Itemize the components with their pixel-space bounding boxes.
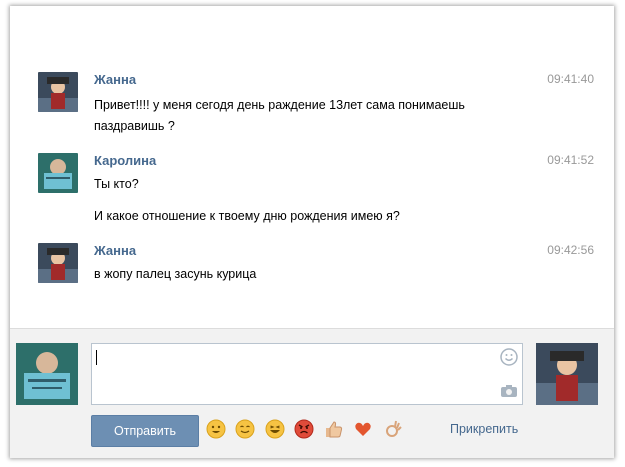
ok-hand-icon[interactable] bbox=[383, 419, 403, 439]
message-text: Привет!!!! у меня сегодя день раждение 1… bbox=[94, 98, 465, 112]
message-time: 09:41:40 bbox=[547, 72, 594, 86]
smiley-icon[interactable] bbox=[500, 348, 518, 366]
message-input[interactable] bbox=[91, 343, 523, 405]
avatar[interactable] bbox=[38, 72, 78, 112]
blush-emoji-icon[interactable] bbox=[235, 419, 255, 439]
message-text: И какое отношение к твоему дню рождения … bbox=[94, 209, 400, 223]
emoji-bar bbox=[206, 419, 408, 443]
message-text: Ты кто? bbox=[94, 177, 139, 191]
author-name[interactable]: Жанна bbox=[94, 72, 136, 87]
attach-link[interactable]: Прикрепить bbox=[450, 422, 518, 436]
author-name[interactable]: Жанна bbox=[94, 243, 136, 258]
message-time: 09:41:52 bbox=[547, 153, 594, 167]
chat-window: Жанна 09:41:40 Привет!!!! у меня сегодя … bbox=[10, 6, 614, 458]
composer: Отправить Прикрепить bbox=[10, 328, 614, 458]
laugh-emoji-icon[interactable] bbox=[265, 419, 285, 439]
peer-avatar[interactable] bbox=[536, 343, 598, 405]
camera-icon[interactable] bbox=[500, 384, 518, 398]
own-avatar[interactable] bbox=[16, 343, 78, 405]
message-text: в жопу палец засунь курица bbox=[94, 267, 257, 281]
avatar[interactable] bbox=[38, 243, 78, 283]
heart-icon[interactable] bbox=[353, 419, 373, 439]
message-text: паздравишь ? bbox=[94, 119, 175, 133]
thumbs-up-icon[interactable] bbox=[324, 419, 344, 439]
avatar[interactable] bbox=[38, 153, 78, 193]
angry-emoji-icon[interactable] bbox=[294, 419, 314, 439]
smile-emoji-icon[interactable] bbox=[206, 419, 226, 439]
message-time: 09:42:56 bbox=[547, 243, 594, 257]
author-name[interactable]: Каролина bbox=[94, 153, 156, 168]
send-button[interactable]: Отправить bbox=[91, 415, 199, 447]
text-caret bbox=[96, 350, 97, 365]
